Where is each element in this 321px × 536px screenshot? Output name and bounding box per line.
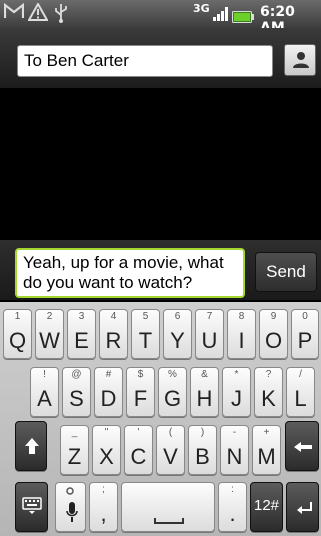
key-b[interactable]: ) B bbox=[188, 425, 217, 475]
key-j[interactable]: * J bbox=[222, 367, 251, 417]
key-q[interactable]: 1Q bbox=[3, 309, 32, 359]
key-g[interactable]: % G bbox=[158, 367, 187, 417]
keyboard-icon bbox=[22, 497, 42, 514]
key-f[interactable]: $ F bbox=[126, 367, 155, 417]
key-r[interactable]: 4R bbox=[99, 309, 128, 359]
key-e[interactable]: 3E bbox=[67, 309, 96, 359]
space-bar-icon bbox=[154, 518, 184, 524]
microphone-icon bbox=[66, 502, 78, 522]
key-m[interactable]: + M bbox=[252, 425, 281, 475]
numbers-key[interactable]: 12# bbox=[250, 482, 283, 532]
key-n[interactable]: -N bbox=[220, 425, 249, 475]
usb-icon bbox=[53, 3, 69, 29]
key-y[interactable]: 6Y bbox=[163, 309, 192, 359]
backspace-arrow-icon bbox=[294, 442, 312, 452]
key-l[interactable]: / L bbox=[286, 367, 315, 417]
voice-input-key[interactable] bbox=[55, 482, 86, 532]
key-p[interactable]: 0P bbox=[291, 309, 319, 359]
conversation-area bbox=[0, 88, 321, 240]
recipient-field[interactable]: To Ben Carter bbox=[17, 45, 273, 77]
enter-arrow-icon bbox=[297, 502, 312, 514]
shift-key[interactable] bbox=[15, 421, 47, 471]
key-i[interactable]: 8I bbox=[227, 309, 256, 359]
battery-icon bbox=[232, 8, 254, 23]
key-c[interactable]: ' C bbox=[124, 425, 153, 475]
backspace-key[interactable] bbox=[285, 421, 319, 471]
signal-icon bbox=[212, 6, 228, 22]
gear-icon bbox=[66, 487, 74, 495]
network-type: 3G bbox=[193, 2, 210, 15]
compose-bar: Yeah, up for a movie, what do you want t… bbox=[0, 240, 321, 300]
key-period[interactable]: :. bbox=[218, 482, 247, 532]
key-t[interactable]: 5T bbox=[131, 309, 160, 359]
shift-arrow-icon bbox=[25, 438, 39, 454]
key-d[interactable]: # D bbox=[94, 367, 123, 417]
key-z[interactable]: _ Z bbox=[60, 425, 89, 475]
key-o[interactable]: 9O bbox=[259, 309, 288, 359]
key-u[interactable]: 7U bbox=[195, 309, 224, 359]
gmail-icon bbox=[3, 2, 25, 25]
key-a[interactable]: ! A bbox=[30, 367, 59, 417]
keyboard-switch-key[interactable] bbox=[15, 482, 48, 532]
key-h[interactable]: & H bbox=[190, 367, 219, 417]
key-comma[interactable]: ;, bbox=[89, 482, 118, 532]
status-bar: 3G 6:20 AM bbox=[0, 0, 321, 36]
message-input[interactable]: Yeah, up for a movie, what do you want t… bbox=[15, 248, 245, 298]
key-k[interactable]: ? K bbox=[254, 367, 283, 417]
contact-icon bbox=[293, 52, 309, 68]
keyboard: 1Q 2W 3E 4R 5T 6Y 7U 8I 9O 0P ! A @ S # D $… bbox=[0, 302, 321, 536]
contact-picker-button[interactable] bbox=[284, 44, 316, 76]
key-x[interactable]: " X bbox=[92, 425, 121, 475]
key-w[interactable]: 2W bbox=[35, 309, 64, 359]
warning-icon bbox=[27, 1, 49, 27]
recipient-area: To Ben Carter bbox=[0, 28, 321, 88]
enter-key[interactable] bbox=[286, 482, 319, 532]
key-v[interactable]: (V bbox=[156, 425, 185, 475]
key-s[interactable]: @ S bbox=[62, 367, 91, 417]
send-button[interactable]: Send bbox=[255, 252, 317, 292]
space-key[interactable] bbox=[121, 482, 215, 532]
